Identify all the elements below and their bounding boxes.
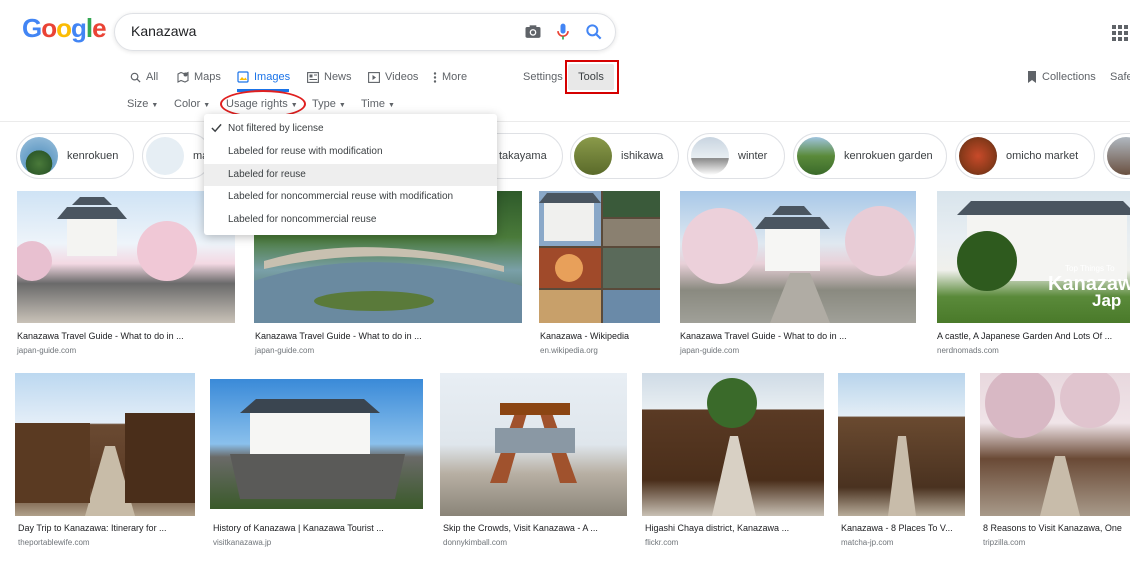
result-caption[interactable]: 8 Reasons to Visit Kanazawa, One	[983, 523, 1130, 533]
tab-more[interactable]: More	[433, 70, 467, 84]
settings-link[interactable]: Settings	[523, 70, 563, 84]
tab-images[interactable]: Images	[237, 70, 290, 84]
result-image[interactable]	[680, 191, 916, 323]
result-caption[interactable]: Higashi Chaya district, Kanazawa ...	[645, 523, 825, 533]
tsuzumi-gate-photo	[490, 403, 577, 483]
castle-blossom-photo	[682, 206, 915, 323]
header-divider	[0, 121, 1130, 122]
chip-thumbnail	[959, 137, 997, 175]
chip-thumbnail	[691, 137, 729, 175]
menu-item-reuse-modification[interactable]: Labeled for reuse with modification	[204, 141, 497, 163]
result-caption[interactable]: A castle, A Japanese Garden And Lots Of …	[937, 331, 1130, 341]
result-caption[interactable]: Kanazawa Travel Guide - What to do in ..…	[17, 331, 235, 341]
castle-photo	[17, 197, 197, 281]
chaya-street-photo	[15, 413, 195, 516]
chip-next[interactable]	[1103, 133, 1130, 179]
result-source[interactable]: japan-guide.com	[17, 346, 76, 355]
tab-videos[interactable]: Videos	[368, 70, 418, 84]
search-box	[114, 13, 616, 51]
result-image[interactable]	[838, 373, 965, 516]
result-image[interactable]	[440, 373, 627, 516]
image-icon	[237, 71, 249, 83]
menu-item-reuse[interactable]: Labeled for reuse	[204, 164, 497, 186]
chip-thumbnail	[146, 137, 184, 175]
chip-ma[interactable]: ma	[142, 133, 212, 179]
search-input[interactable]	[131, 23, 511, 39]
collections-link[interactable]: Collections	[1027, 70, 1096, 84]
result-caption[interactable]: Kanazawa - Wikipedia	[540, 331, 660, 341]
apps-grid-icon[interactable]	[1112, 25, 1128, 41]
tab-news[interactable]: News	[307, 70, 352, 84]
result-caption[interactable]: History of Kanazawa | Kanazawa Tourist .…	[213, 523, 425, 533]
result-caption[interactable]: Kanazawa - 8 Places To V...	[841, 523, 965, 533]
menu-item-noncommercial-modification[interactable]: Labeled for noncommercial reuse with mod…	[204, 186, 497, 208]
tools-annotation-box	[565, 60, 619, 94]
result-image[interactable]	[980, 373, 1130, 516]
play-icon	[368, 71, 380, 83]
collage-photo	[539, 191, 660, 323]
more-vert-icon	[433, 71, 437, 83]
map-icon	[177, 71, 189, 83]
result-source[interactable]: japan-guide.com	[680, 346, 739, 355]
caret-down-icon: ▼	[338, 102, 346, 109]
overlay-small-text: Top Things To	[1065, 264, 1115, 273]
result-source[interactable]: japan-guide.com	[255, 346, 314, 355]
bookmark-icon	[1028, 71, 1036, 83]
result-source[interactable]: nerdnomads.com	[937, 346, 999, 355]
safesearch-link[interactable]: Safe	[1110, 70, 1130, 84]
result-source[interactable]: visitkanazawa.jp	[213, 538, 271, 547]
caret-down-icon: ▼	[151, 102, 159, 109]
result-image[interactable]	[15, 373, 195, 516]
filter-time[interactable]: Time ▼	[361, 98, 395, 110]
result-caption[interactable]: Kanazawa Travel Guide - What to do in ..…	[255, 331, 522, 341]
result-source[interactable]: flickr.com	[645, 538, 678, 547]
higashi-chaya-photo	[707, 378, 757, 516]
result-image[interactable]	[539, 191, 660, 323]
result-caption[interactable]: Day Trip to Kanazawa: Itinerary for ...	[18, 523, 196, 533]
search-icon[interactable]	[584, 22, 604, 42]
microphone-icon[interactable]	[553, 22, 573, 42]
chip-omicho-market[interactable]: omicho market	[955, 133, 1095, 179]
result-source[interactable]: matcha-jp.com	[841, 538, 893, 547]
camera-icon[interactable]	[523, 22, 543, 42]
castle-wall-photo	[230, 399, 405, 499]
result-source[interactable]: tripzilla.com	[983, 538, 1025, 547]
result-image[interactable]	[210, 379, 423, 509]
caret-down-icon: ▼	[388, 102, 395, 109]
usage-rights-menu: Not filtered by license Labeled for reus…	[204, 114, 497, 235]
check-icon	[211, 123, 222, 133]
tab-maps[interactable]: Maps	[177, 70, 221, 84]
filter-color[interactable]: Color ▼	[174, 98, 210, 110]
result-image[interactable]	[642, 373, 824, 516]
result-source[interactable]: en.wikipedia.org	[540, 346, 598, 355]
result-source[interactable]: donnykimball.com	[443, 538, 507, 547]
result-caption[interactable]: Kanazawa Travel Guide - What to do in ..…	[680, 331, 916, 341]
overlay-subtitle-text: Jap	[1092, 291, 1122, 310]
result-source[interactable]: theportablewife.com	[18, 538, 90, 547]
chip-thumbnail	[797, 137, 835, 175]
chip-winter[interactable]: winter	[687, 133, 785, 179]
chip-kenrokuen[interactable]: kenrokuen	[16, 133, 134, 179]
chip-kenrokuen-garden[interactable]: kenrokuen garden	[793, 133, 947, 179]
google-logo[interactable]: Google	[22, 13, 107, 44]
result-image[interactable]: Top Things To Kanazaw Jap	[937, 191, 1130, 323]
result-caption[interactable]: Skip the Crowds, Visit Kanazawa - A ...	[443, 523, 627, 533]
tab-all[interactable]: All	[130, 70, 158, 84]
menu-item-not-filtered[interactable]: Not filtered by license	[204, 118, 497, 140]
menu-item-noncommercial[interactable]: Labeled for noncommercial reuse	[204, 209, 497, 231]
filter-size[interactable]: Size ▼	[127, 98, 158, 110]
search-icon	[130, 72, 141, 83]
caret-down-icon: ▼	[203, 102, 211, 109]
chip-ishikawa[interactable]: ishikawa	[570, 133, 679, 179]
chip-thumbnail	[20, 137, 58, 175]
chip-thumbnail	[1107, 137, 1130, 175]
blossom-street-photo	[985, 373, 1120, 516]
newspaper-icon	[307, 71, 319, 83]
street-photo	[888, 436, 916, 516]
chip-thumbnail	[574, 137, 612, 175]
result-image[interactable]	[17, 191, 235, 323]
filter-type[interactable]: Type ▼	[312, 98, 346, 110]
